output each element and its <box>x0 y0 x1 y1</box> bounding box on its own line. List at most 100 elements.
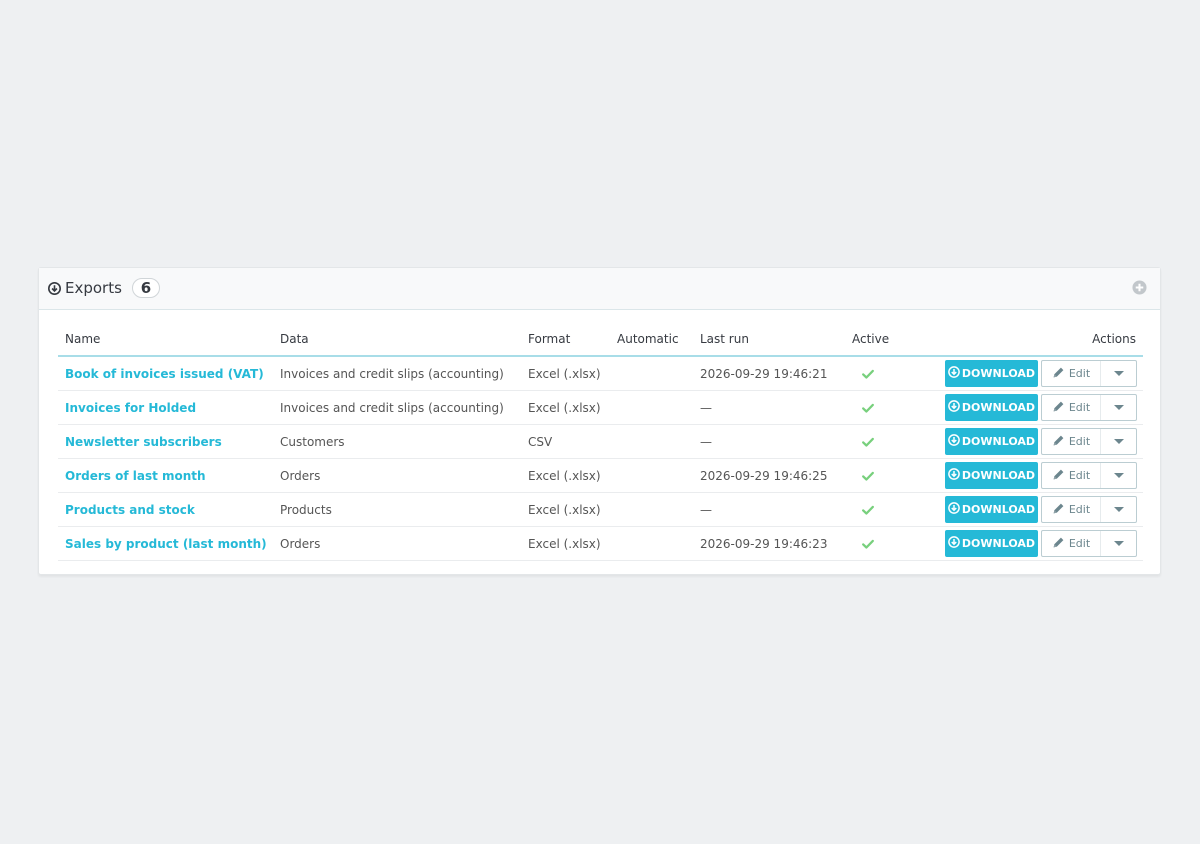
cell-format: Excel (.xlsx) <box>521 390 610 425</box>
dropdown-toggle[interactable] <box>1101 361 1136 386</box>
download-circle-icon <box>948 366 960 381</box>
edit-label: Edit <box>1068 469 1091 482</box>
check-icon[interactable] <box>861 435 875 449</box>
panel-header: Exports 6 <box>39 268 1160 310</box>
cell-data: Orders <box>273 526 521 561</box>
header-automatic[interactable]: Automatic <box>610 323 693 357</box>
download-circle-icon <box>948 502 960 517</box>
cell-name: Invoices for Holded <box>58 390 273 425</box>
panel-title-text: Exports <box>65 279 122 297</box>
row-actions: DOWNLOAD Edit <box>945 496 1137 523</box>
download-button[interactable]: DOWNLOAD <box>945 462 1038 489</box>
download-label: DOWNLOAD <box>961 435 1036 448</box>
cell-actions: DOWNLOAD Edit <box>910 424 1143 459</box>
export-name-link[interactable]: Invoices for Holded <box>65 401 196 415</box>
cell-automatic <box>610 458 693 493</box>
edit-button[interactable]: Edit <box>1042 463 1101 488</box>
cell-last-run: — <box>693 390 845 425</box>
cell-data: Orders <box>273 458 521 493</box>
export-name-link[interactable]: Book of invoices issued (VAT) <box>65 367 264 381</box>
cell-name: Products and stock <box>58 492 273 527</box>
dropdown-toggle[interactable] <box>1101 531 1136 556</box>
edit-label: Edit <box>1068 401 1091 414</box>
header-name[interactable]: Name <box>58 323 273 357</box>
edit-button[interactable]: Edit <box>1042 429 1101 454</box>
edit-button[interactable]: Edit <box>1042 531 1101 556</box>
cell-automatic <box>610 356 693 391</box>
plus-circle-icon[interactable] <box>1132 280 1147 295</box>
check-icon[interactable] <box>861 537 875 551</box>
caret-down-icon <box>1113 473 1124 478</box>
download-button[interactable]: DOWNLOAD <box>945 428 1038 455</box>
check-icon[interactable] <box>861 367 875 381</box>
download-button[interactable]: DOWNLOAD <box>945 394 1038 421</box>
export-name-link[interactable]: Products and stock <box>65 503 195 517</box>
download-label: DOWNLOAD <box>961 469 1036 482</box>
row-actions: DOWNLOAD Edit <box>945 462 1137 489</box>
export-name-link[interactable]: Newsletter subscribers <box>65 435 222 449</box>
download-circle-icon <box>948 468 960 483</box>
caret-down-icon <box>1113 371 1124 376</box>
table-row: Invoices for Holded Invoices and credit … <box>58 390 1143 425</box>
exports-table: Name Data Format Automatic Last run Acti… <box>58 323 1143 561</box>
table-header-row: Name Data Format Automatic Last run Acti… <box>58 323 1143 357</box>
table-row: Products and stock Products Excel (.xlsx… <box>58 492 1143 527</box>
header-data[interactable]: Data <box>273 323 521 357</box>
cell-last-run: — <box>693 424 845 459</box>
edit-button[interactable]: Edit <box>1042 395 1101 420</box>
cell-active <box>845 424 910 459</box>
table-row: Book of invoices issued (VAT) Invoices a… <box>58 356 1143 391</box>
header-active[interactable]: Active <box>845 323 910 357</box>
header-last-run[interactable]: Last run <box>693 323 845 357</box>
dropdown-toggle[interactable] <box>1101 395 1136 420</box>
cell-actions: DOWNLOAD Edit <box>910 390 1143 425</box>
cell-automatic <box>610 492 693 527</box>
edit-button-group: Edit <box>1041 360 1137 387</box>
export-name-link[interactable]: Orders of last month <box>65 469 206 483</box>
cell-data: Customers <box>273 424 521 459</box>
check-icon[interactable] <box>861 469 875 483</box>
cell-name: Sales by product (last month) <box>58 526 273 561</box>
download-button[interactable]: DOWNLOAD <box>945 496 1038 523</box>
cell-active <box>845 390 910 425</box>
edit-button-group: Edit <box>1041 496 1137 523</box>
export-name-link[interactable]: Sales by product (last month) <box>65 537 267 551</box>
cell-name: Orders of last month <box>58 458 273 493</box>
cell-last-run: — <box>693 492 845 527</box>
cell-automatic <box>610 424 693 459</box>
check-icon[interactable] <box>861 503 875 517</box>
caret-down-icon <box>1113 541 1124 546</box>
row-actions: DOWNLOAD Edit <box>945 428 1137 455</box>
dropdown-toggle[interactable] <box>1101 463 1136 488</box>
edit-label: Edit <box>1068 367 1091 380</box>
cell-actions: DOWNLOAD Edit <box>910 526 1143 561</box>
table-row: Newsletter subscribers Customers CSV — D… <box>58 424 1143 459</box>
cell-active <box>845 356 910 391</box>
dropdown-toggle[interactable] <box>1101 497 1136 522</box>
download-label: DOWNLOAD <box>961 367 1036 380</box>
cell-data: Products <box>273 492 521 527</box>
download-circle-icon <box>948 434 960 449</box>
download-label: DOWNLOAD <box>961 503 1036 516</box>
cell-active <box>845 458 910 493</box>
edit-button-group: Edit <box>1041 530 1137 557</box>
check-icon[interactable] <box>861 401 875 415</box>
cell-name: Newsletter subscribers <box>58 424 273 459</box>
cell-automatic <box>610 526 693 561</box>
download-button[interactable]: DOWNLOAD <box>945 530 1038 557</box>
cell-automatic <box>610 390 693 425</box>
cell-actions: DOWNLOAD Edit <box>910 492 1143 527</box>
download-button[interactable]: DOWNLOAD <box>945 360 1038 387</box>
table-row: Sales by product (last month) Orders Exc… <box>58 526 1143 561</box>
cell-format: Excel (.xlsx) <box>521 458 610 493</box>
edit-button[interactable]: Edit <box>1042 361 1101 386</box>
row-actions: DOWNLOAD Edit <box>945 530 1137 557</box>
pencil-icon <box>1052 366 1065 382</box>
header-format[interactable]: Format <box>521 323 610 357</box>
dropdown-toggle[interactable] <box>1101 429 1136 454</box>
panel-title: Exports 6 <box>48 278 160 298</box>
edit-button[interactable]: Edit <box>1042 497 1101 522</box>
edit-label: Edit <box>1068 435 1091 448</box>
table-row: Orders of last month Orders Excel (.xlsx… <box>58 458 1143 493</box>
row-actions: DOWNLOAD Edit <box>945 360 1137 387</box>
